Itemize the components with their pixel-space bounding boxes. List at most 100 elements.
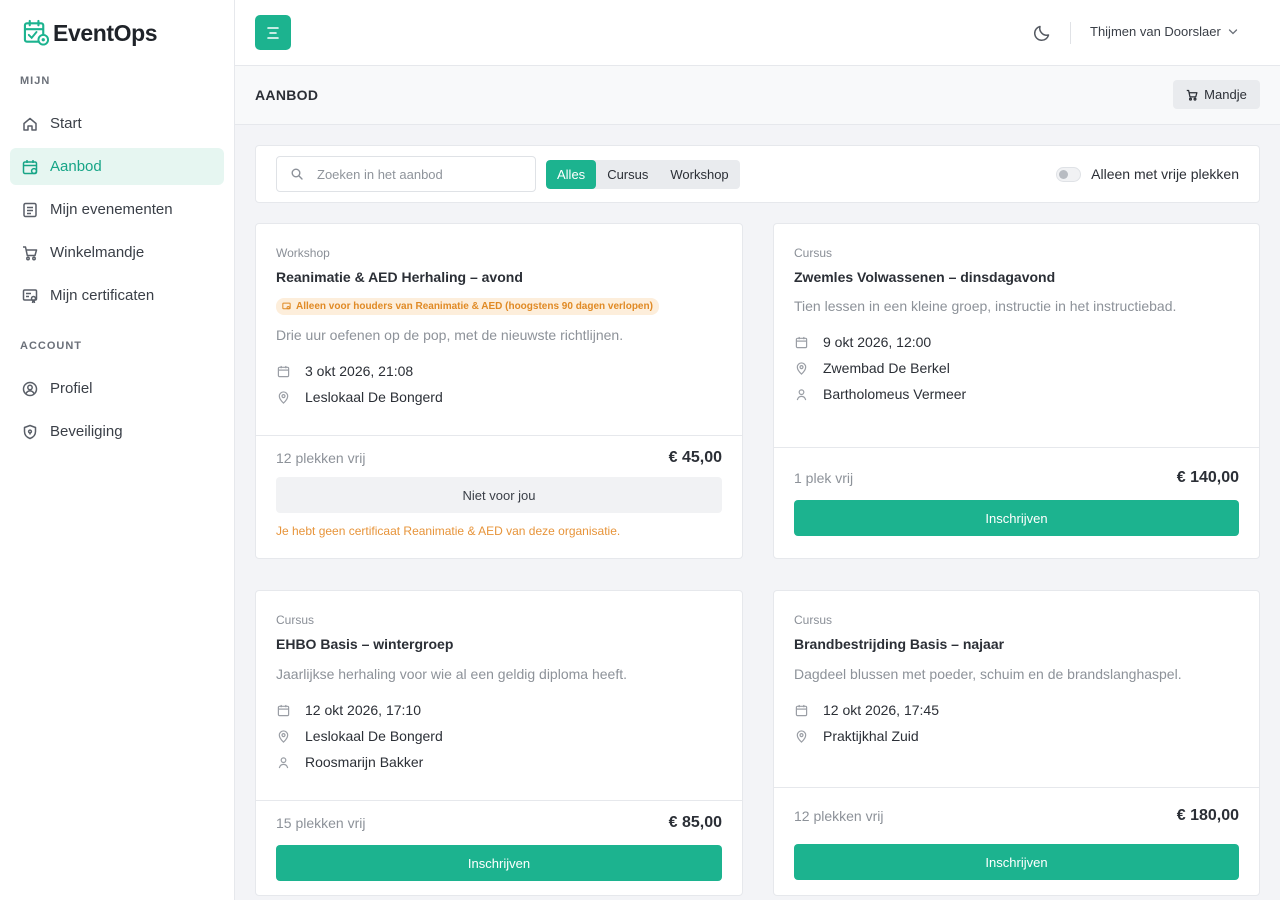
event-date: 12 okt 2026, 17:45 xyxy=(823,702,939,718)
event-date-row: 3 okt 2026, 21:08 xyxy=(276,358,722,384)
map-pin-icon xyxy=(795,361,808,375)
event-card-footer: 12 plekken vrij € 180,00 Inschrijven xyxy=(774,787,1259,880)
sidebar-item-label: Winkelmandje xyxy=(50,244,145,261)
theme-toggle-button[interactable] xyxy=(1031,22,1053,44)
filter-cursus[interactable]: Cursus xyxy=(596,160,659,189)
sidebar-item-mijn-evenementen[interactable]: Mijn evenementen xyxy=(10,191,224,228)
only-free-label: Alleen met vrije plekken xyxy=(1091,166,1239,182)
user-icon xyxy=(795,388,808,401)
event-price: € 140,00 xyxy=(1176,469,1239,486)
sidebar: EventOps MIJN Start Aanbod Mijn evenemen… xyxy=(0,0,235,900)
only-free-toggle[interactable]: Alleen met vrije plekken xyxy=(1056,166,1239,182)
shield-icon xyxy=(22,424,38,440)
topbar-divider xyxy=(1070,22,1071,44)
search-input[interactable] xyxy=(317,166,517,182)
event-location: Leslokaal De Bongerd xyxy=(305,389,443,405)
event-meta: 9 okt 2026, 12:00 Zwembad De Berkel Bart… xyxy=(794,329,1239,407)
moon-icon xyxy=(1034,25,1050,41)
event-date: 9 okt 2026, 12:00 xyxy=(823,334,932,350)
requirement-badge-text: Alleen voor houders van Reanimatie & AED… xyxy=(296,301,653,312)
cart-icon xyxy=(22,245,38,261)
filter-workshop[interactable]: Workshop xyxy=(659,160,739,189)
event-date: 12 okt 2026, 17:10 xyxy=(305,702,421,718)
event-meta: 12 okt 2026, 17:45 Praktijkhal Zuid xyxy=(794,697,1239,749)
home-icon xyxy=(22,116,38,132)
event-date-row: 12 okt 2026, 17:10 xyxy=(276,697,722,723)
eligibility-warning: Je hebt geen certificaat Reanimatie & AE… xyxy=(276,524,621,538)
map-pin-icon xyxy=(277,390,290,404)
event-price: € 180,00 xyxy=(1176,807,1239,824)
enroll-button[interactable]: Inschrijven xyxy=(276,845,722,881)
type-filter: Alles Cursus Workshop xyxy=(546,160,740,189)
brand[interactable]: EventOps xyxy=(23,19,158,47)
menu-toggle-button[interactable] xyxy=(255,15,291,50)
calendar-icon xyxy=(795,336,808,349)
enroll-button[interactable]: Inschrijven xyxy=(794,500,1239,536)
event-instructor-row: Bartholomeus Vermeer xyxy=(794,381,1239,407)
nav-section-account: ACCOUNT xyxy=(20,340,82,352)
sidebar-item-beveiliging[interactable]: Beveiliging xyxy=(10,413,224,450)
sidebar-item-winkelmandje[interactable]: Winkelmandje xyxy=(10,234,224,271)
map-pin-icon xyxy=(795,729,808,743)
user-icon xyxy=(277,756,290,769)
event-spots: 1 plek vrij xyxy=(794,470,854,486)
sidebar-item-label: Mijn evenementen xyxy=(50,201,173,218)
event-description: Drie uur oefenen op de pop, met de nieuw… xyxy=(276,327,624,343)
user-menu[interactable]: Thijmen van Doorslaer xyxy=(1090,24,1238,39)
sidebar-item-start[interactable]: Start xyxy=(10,105,224,142)
event-title: Brandbestrijding Basis – najaar xyxy=(794,636,1005,652)
event-instructor: Roosmarijn Bakker xyxy=(305,754,424,770)
event-card-footer: 12 plekken vrij € 45,00 Niet voor jou Je… xyxy=(256,435,742,538)
not-for-you-button: Niet voor jou xyxy=(276,477,722,513)
calendar-check-icon xyxy=(22,159,38,175)
event-card-footer: 1 plek vrij € 140,00 Inschrijven xyxy=(774,447,1259,536)
event-kind: Cursus xyxy=(794,613,833,627)
user-name: Thijmen van Doorslaer xyxy=(1090,24,1221,39)
event-card: Cursus Brandbestrijding Basis – najaar D… xyxy=(773,590,1260,896)
event-spots: 12 plekken vrij xyxy=(276,450,366,466)
requirement-badge: Alleen voor houders van Reanimatie & AED… xyxy=(276,298,659,315)
event-price: € 85,00 xyxy=(668,814,722,831)
event-instructor: Bartholomeus Vermeer xyxy=(823,386,967,402)
chevron-down-icon xyxy=(1228,28,1237,34)
event-description: Tien lessen in een kleine groep, instruc… xyxy=(794,298,1177,314)
map-pin-icon xyxy=(277,729,290,743)
event-location: Leslokaal De Bongerd xyxy=(305,728,443,744)
sidebar-item-label: Mijn certificaten xyxy=(50,287,155,304)
event-title: EHBO Basis – wintergroep xyxy=(276,636,454,652)
event-location: Zwembad De Berkel xyxy=(823,360,950,376)
event-spots: 15 plekken vrij xyxy=(276,815,366,831)
sidebar-item-profiel[interactable]: Profiel xyxy=(10,370,224,407)
event-card: Cursus Zwemles Volwassenen – dinsdagavon… xyxy=(773,223,1260,559)
event-date: 3 okt 2026, 21:08 xyxy=(305,363,414,379)
event-title: Zwemles Volwassenen – dinsdagavond xyxy=(794,269,1056,285)
sidebar-item-mijn-certificaten[interactable]: Mijn certificaten xyxy=(10,277,224,314)
event-meta: 12 okt 2026, 17:10 Leslokaal De Bongerd … xyxy=(276,697,722,775)
event-kind: Cursus xyxy=(276,613,315,627)
toggle-switch[interactable] xyxy=(1056,166,1082,182)
event-title: Reanimatie & AED Herhaling – avond xyxy=(276,269,523,285)
event-card: Cursus EHBO Basis – wintergroep Jaarlijk… xyxy=(255,590,743,896)
event-location-row: Leslokaal De Bongerd xyxy=(276,723,722,749)
list-icon xyxy=(22,202,38,218)
brand-name: EventOps xyxy=(53,19,158,46)
sidebar-item-aanbod[interactable]: Aanbod xyxy=(10,148,224,185)
cart-button[interactable]: Mandje xyxy=(1173,80,1260,109)
enroll-button[interactable]: Inschrijven xyxy=(794,844,1239,880)
event-location-row: Praktijkhal Zuid xyxy=(794,723,1239,749)
event-date-row: 9 okt 2026, 12:00 xyxy=(794,329,1239,355)
filter-alles[interactable]: Alles xyxy=(546,160,597,189)
event-instructor-row: Roosmarijn Bakker xyxy=(276,749,722,775)
certificate-icon xyxy=(22,288,38,304)
event-date-row: 12 okt 2026, 17:45 xyxy=(794,697,1239,723)
cart-icon xyxy=(1186,89,1198,101)
event-kind: Cursus xyxy=(794,246,833,260)
event-card-footer: 15 plekken vrij € 85,00 Inschrijven xyxy=(256,800,742,881)
search-box[interactable] xyxy=(276,156,536,192)
menu-icon xyxy=(267,26,279,39)
sidebar-item-label: Aanbod xyxy=(50,158,102,175)
search-icon xyxy=(291,168,303,180)
sidebar-item-label: Start xyxy=(50,115,82,132)
event-location-row: Zwembad De Berkel xyxy=(794,355,1239,381)
page-header: AANBOD Mandje xyxy=(235,66,1280,125)
